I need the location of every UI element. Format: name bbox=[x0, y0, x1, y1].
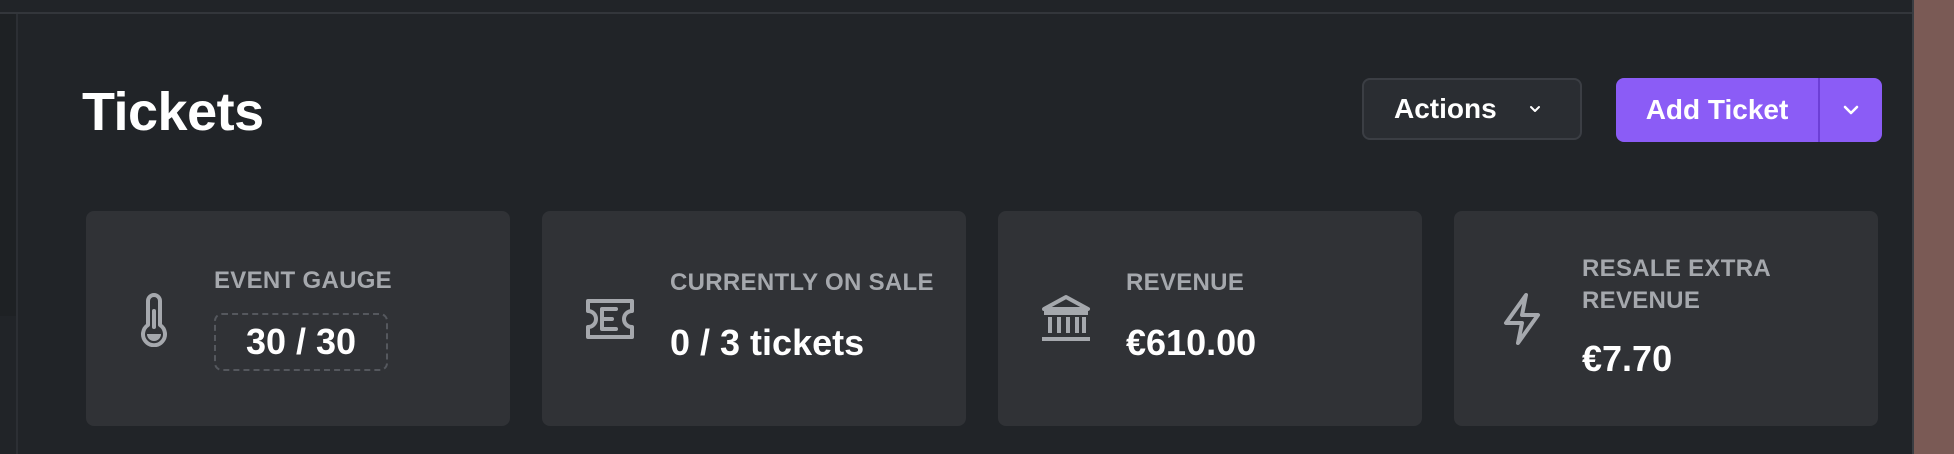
lightning-icon bbox=[1504, 293, 1540, 345]
add-ticket-dropdown-button[interactable] bbox=[1820, 78, 1882, 142]
ticket-icon bbox=[586, 299, 634, 339]
stat-value: €7.70 bbox=[1582, 338, 1673, 379]
actions-button-label: Actions bbox=[1394, 93, 1497, 124]
chevron-down-icon bbox=[1530, 106, 1540, 112]
chevron-down-icon bbox=[1843, 105, 1859, 115]
bank-icon bbox=[1042, 295, 1090, 341]
page-title: Tickets bbox=[82, 82, 264, 142]
actions-button[interactable]: Actions bbox=[1362, 78, 1582, 140]
right-edge-panel bbox=[1914, 0, 1954, 454]
stat-value: 30 / 30 bbox=[214, 313, 388, 371]
stat-value: 0 / 3 tickets bbox=[670, 322, 865, 363]
stat-label: RESALE EXTRA REVENUE bbox=[1582, 255, 1771, 314]
left-panel-edge bbox=[0, 14, 16, 316]
top-divider bbox=[0, 12, 1954, 14]
stat-card-event-gauge: EVENT GAUGE 30 / 30 bbox=[86, 211, 510, 426]
thermometer-icon bbox=[141, 293, 167, 347]
left-rail-divider bbox=[16, 14, 18, 454]
stat-card-revenue: REVENUE €610.00 bbox=[998, 211, 1422, 426]
stat-value: €610.00 bbox=[1126, 322, 1257, 363]
add-ticket-label: Add Ticket bbox=[1645, 94, 1789, 125]
add-ticket-button-group: Add Ticket bbox=[1616, 78, 1882, 142]
stat-label: EVENT GAUGE bbox=[214, 267, 392, 294]
stat-label: CURRENTLY ON SALE bbox=[670, 269, 934, 296]
stat-card-currently-on-sale: CURRENTLY ON SALE 0 / 3 tickets bbox=[542, 211, 966, 426]
stat-card-resale-extra-revenue: RESALE EXTRA REVENUE €7.70 bbox=[1454, 211, 1878, 426]
stat-label: REVENUE bbox=[1126, 269, 1245, 296]
add-ticket-button[interactable]: Add Ticket bbox=[1616, 78, 1818, 142]
